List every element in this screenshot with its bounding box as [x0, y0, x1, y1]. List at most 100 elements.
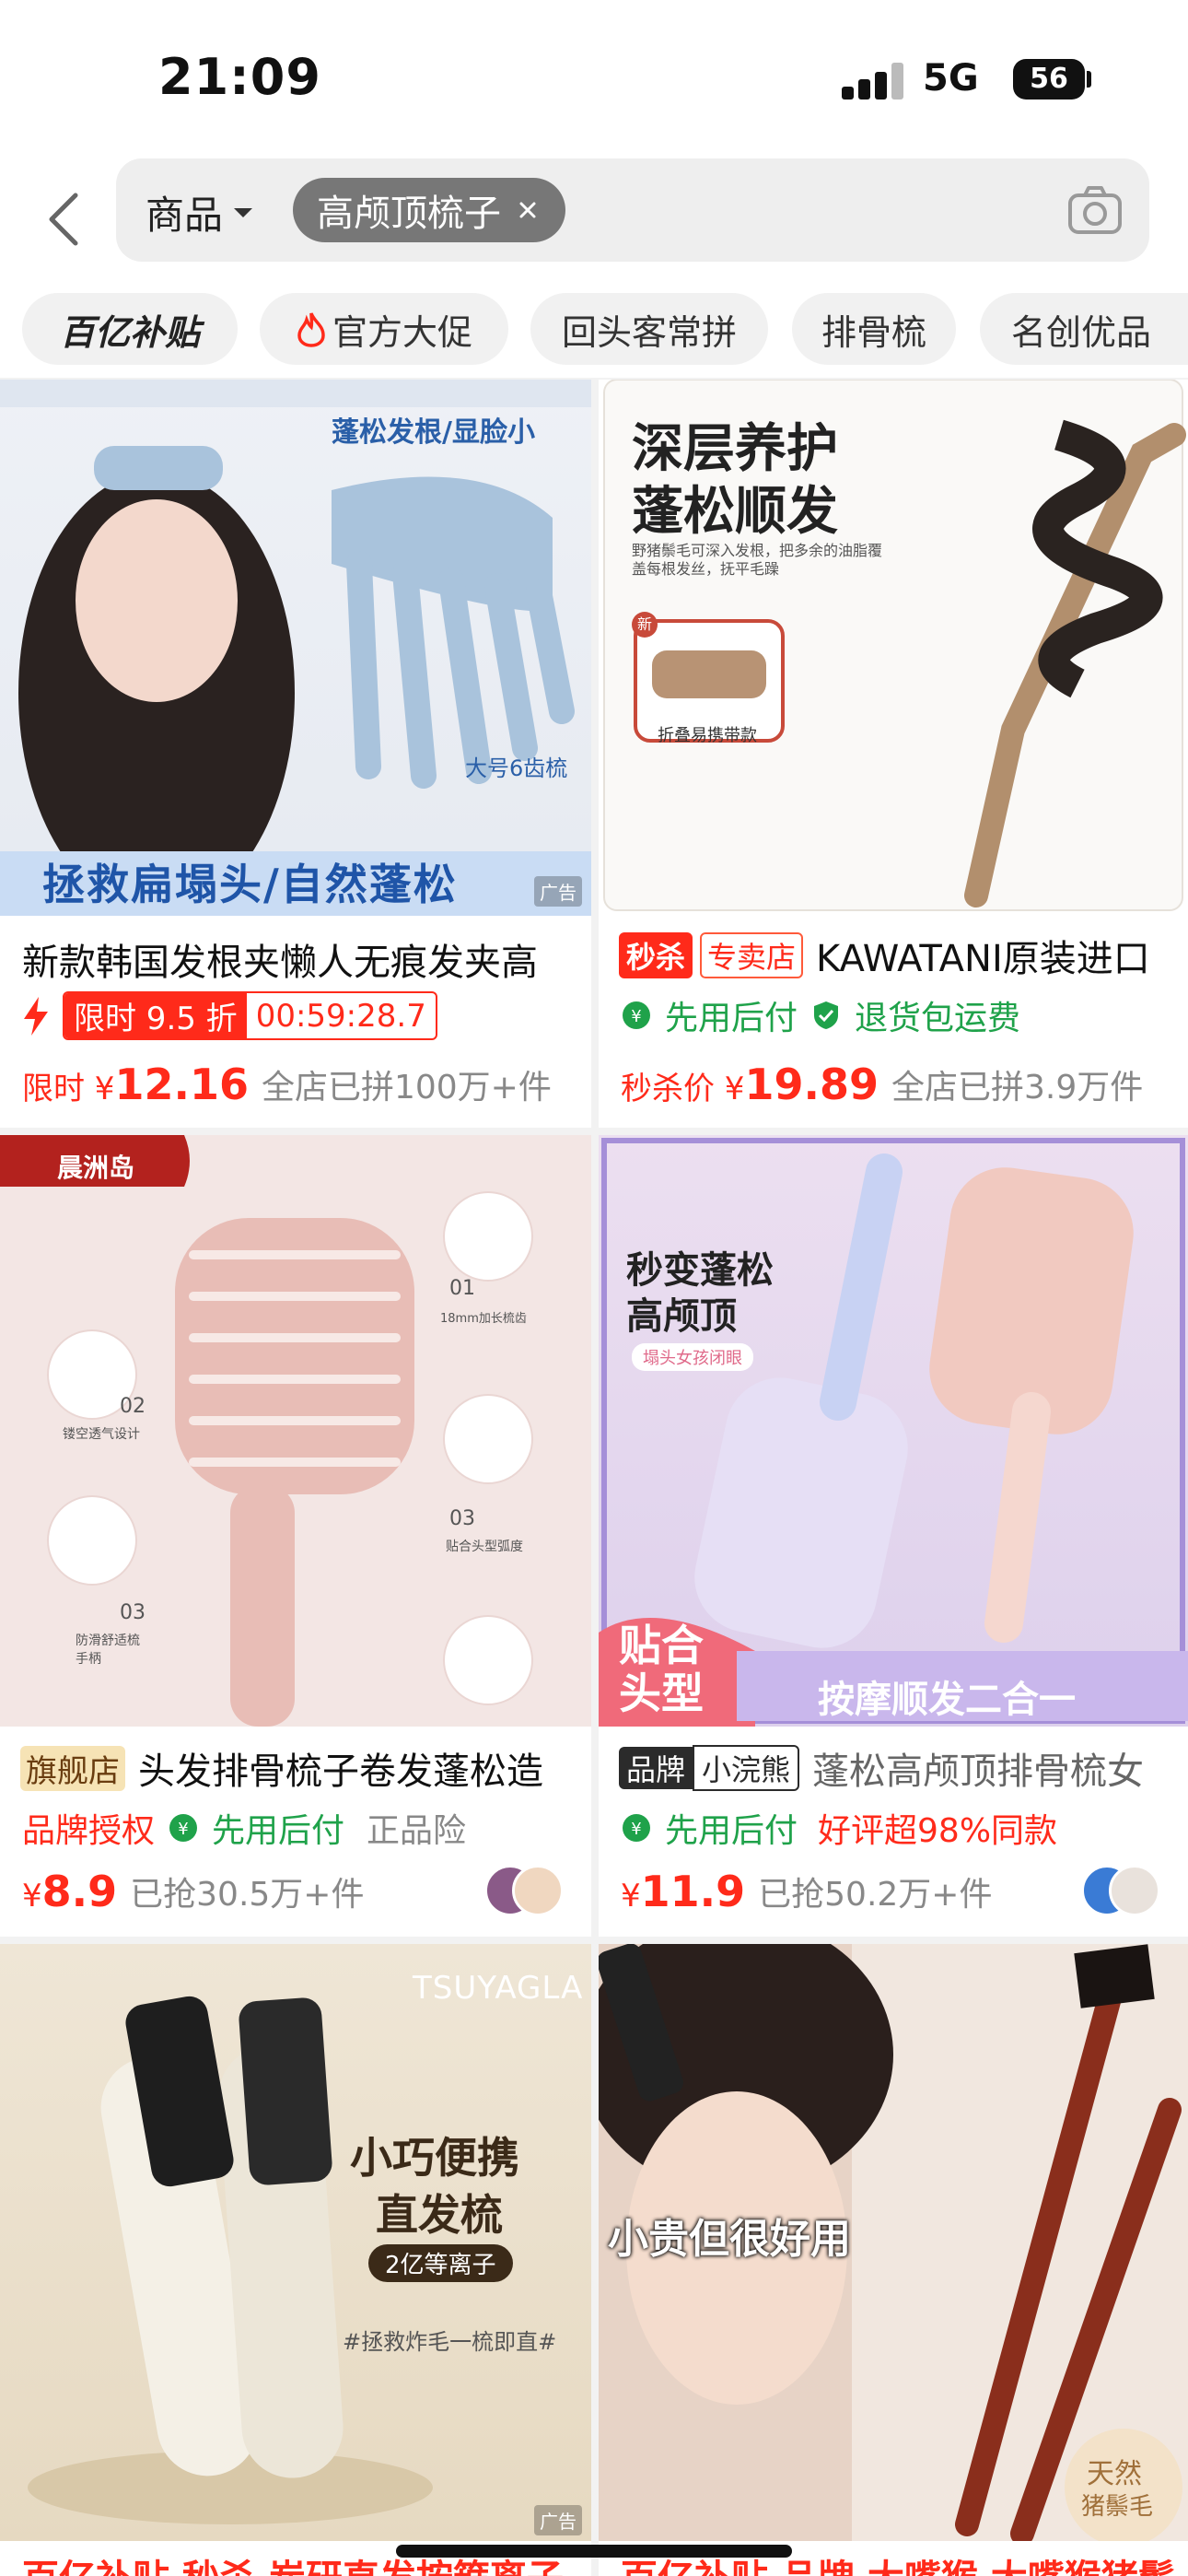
- title-row: 秒杀 专卖店 KAWATANI原装进口: [619, 929, 1177, 982]
- shield-check-icon: [814, 1001, 839, 1029]
- filter-label: 名创优品: [1011, 311, 1152, 353]
- price-row: 秒杀价 ¥19.89 全店已拼3.9万件: [621, 1060, 1177, 1109]
- image-caption: 镂空透气设计: [63, 1427, 140, 1442]
- camera-search-button[interactable]: [1066, 182, 1124, 238]
- avatar: [512, 1865, 564, 1916]
- network-type: 5G: [923, 57, 979, 100]
- price-row: 限时 ¥12.16 全店已拼100万+件: [22, 1060, 580, 1109]
- product-image: 深层养护 蓬松顺发 野猪鬃毛可深入发根，把多余的油脂覆盖每根发丝，抚平毛躁 新 …: [599, 380, 1188, 916]
- flash-sale-label: 限时 9.5 折: [64, 993, 247, 1038]
- product-title: 头发排骨梳子卷发蓬松造: [138, 1751, 543, 1793]
- product-image: 晨洲岛 01 18mm加长梳齿 02 镂空透气设计 03 贴合头型弧度 03 防…: [0, 1135, 591, 1727]
- product-title: KAWATANI原装进口: [816, 938, 1150, 980]
- product-photo: [28, 1996, 433, 2524]
- pay-later-icon: ¥: [623, 1001, 650, 1029]
- product-title: 蓬松高颅顶排骨梳女: [812, 1751, 1145, 1793]
- filter-label: 回头客常拼: [561, 311, 737, 353]
- price-value: 11.9: [640, 1867, 746, 1916]
- sales-count: 已抢30.5万+件: [130, 1876, 365, 1914]
- image-caption: 小贵但很好用: [608, 2216, 851, 2263]
- ad-label: 广告: [534, 2505, 582, 2535]
- back-button[interactable]: [35, 182, 90, 256]
- brand-logo-text: TSUYAGLA: [413, 1970, 584, 2007]
- home-indicator[interactable]: [396, 2545, 792, 2558]
- sales-count: 已抢50.2万+件: [758, 1876, 993, 1914]
- image-caption: #拯救炸毛一梳即直#: [343, 2329, 557, 2355]
- image-caption: 01: [449, 1277, 475, 1300]
- product-card[interactable]: 晨洲岛 01 18mm加长梳齿 02 镂空透气设计 03 贴合头型弧度 03 防…: [0, 1135, 591, 1937]
- sales-count: 全店已拼100万+件: [261, 1069, 552, 1107]
- service-label: 先用后付: [665, 1812, 798, 1850]
- image-caption: 防滑舒适梳手柄: [76, 1633, 140, 1667]
- image-caption: 02: [120, 1395, 146, 1418]
- search-scope-label: 商品: [146, 193, 224, 238]
- status-time: 21:09: [158, 48, 321, 106]
- pay-later-icon: ¥: [623, 1814, 650, 1842]
- filter-repeat-buyers[interactable]: 回头客常拼: [530, 293, 768, 365]
- image-caption: 猪鬃毛: [1081, 2493, 1154, 2521]
- service-label: 退货包运费: [855, 1000, 1021, 1037]
- filter-official-promo[interactable]: 官方大促: [260, 293, 508, 365]
- price-value: 12.16: [114, 1060, 249, 1109]
- flash-sale-badge: 秒杀: [619, 932, 693, 978]
- battery-icon: 56: [1013, 59, 1085, 100]
- product-card[interactable]: 秒变蓬松 高颅顶 塌头女孩闭眼 贴合 头型 按摩顺发二合一 品牌 小浣熊 蓬松高…: [599, 1135, 1188, 1937]
- service-label: 先用后付: [212, 1812, 345, 1850]
- chevron-left-icon: [49, 193, 78, 246]
- product-image: 蓬松发根/显脸小 大号6齿梳 拯救扁塌头/自然蓬松 广告: [0, 380, 591, 916]
- image-caption: 直发梳: [376, 2190, 503, 2240]
- product-card[interactable]: 蓬松发根/显脸小 大号6齿梳 拯救扁塌头/自然蓬松 广告 新款韩国发根夹懒人无痕…: [0, 380, 591, 1128]
- price-prefix: ¥: [22, 1878, 42, 1914]
- image-caption: 2亿等离子: [368, 2244, 513, 2282]
- search-query-chip[interactable]: 高颅顶梳子: [293, 178, 565, 242]
- buyer-avatars: [484, 1865, 567, 1916]
- clear-icon[interactable]: [518, 200, 538, 220]
- image-caption: 蓬松发根/显脸小: [332, 416, 535, 449]
- camera-icon: [1068, 186, 1122, 234]
- image-caption: 大号6齿梳: [465, 755, 568, 781]
- product-card[interactable]: 小贵但很好用 天然 猪鬃毛 百亿补贴 品牌 大嘴猴 大嘴猴猪鬃: [599, 1944, 1188, 2576]
- image-caption: 小巧便携: [350, 2133, 519, 2183]
- filter-paddle-comb[interactable]: 排骨梳: [792, 293, 956, 365]
- ad-label: 广告: [534, 876, 582, 907]
- filter-baiyi-butie[interactable]: 百亿补贴: [22, 293, 238, 365]
- image-caption: 18mm加长梳齿: [440, 1312, 527, 1326]
- filter-label: 官方大促: [332, 311, 472, 353]
- flame-icon: [297, 312, 325, 347]
- avatar: [1109, 1865, 1160, 1916]
- search-box[interactable]: [116, 158, 1149, 262]
- price-prefix: ¥: [621, 1878, 641, 1914]
- image-caption: 头型: [619, 1669, 704, 1718]
- brand-badge: 品牌: [619, 1747, 693, 1789]
- image-caption: 高颅顶: [626, 1295, 737, 1338]
- price-prefix: 秒杀价 ¥: [621, 1071, 745, 1107]
- countdown-timer: 00:59:28.7: [255, 997, 426, 1035]
- signal-icon: [842, 63, 906, 100]
- image-caption: 按摩顺发二合一: [818, 1679, 1076, 1721]
- price-value: 19.89: [744, 1060, 879, 1109]
- brand-logo-text: 晨洲岛: [57, 1153, 135, 1183]
- caret-down-icon: [234, 207, 253, 217]
- service-label: 品牌授权: [22, 1812, 156, 1850]
- image-caption: 折叠易携带款: [658, 726, 757, 745]
- product-card[interactable]: TSUYAGLA 小巧便携 直发梳 2亿等离子 #拯救炸毛一梳即直# 广告 百亿…: [0, 1944, 591, 2576]
- pay-later-icon: ¥: [169, 1814, 198, 1842]
- flash-sale-badge: 限时 9.5 折 00:59:28.7: [63, 991, 437, 1040]
- svg-text:¥: ¥: [631, 1820, 641, 1839]
- product-card[interactable]: 深层养护 蓬松顺发 野猪鬃毛可深入发根，把多余的油脂覆盖每根发丝，抚平毛躁 新 …: [599, 380, 1188, 1128]
- image-caption: 新: [632, 612, 658, 638]
- brand-name-badge: 小浣熊: [693, 1745, 800, 1791]
- search-scope-dropdown[interactable]: 商品: [146, 184, 254, 240]
- promo-row: 限时 9.5 折 00:59:28.7: [22, 991, 580, 1040]
- price-prefix: 限时 ¥: [22, 1071, 115, 1107]
- search-query-text: 高颅顶梳子: [317, 193, 501, 235]
- filter-label: 排骨梳: [821, 311, 926, 353]
- image-caption: 塌头女孩闭眼: [632, 1343, 753, 1371]
- product-title: 新款韩国发根夹懒人无痕发夹高: [22, 942, 538, 984]
- image-caption: 03: [449, 1507, 475, 1530]
- service-label: 好评超98%同款: [818, 1812, 1058, 1850]
- service-label: 先用后付: [665, 1000, 798, 1037]
- image-caption: 野猪鬃毛可深入发根，把多余的油脂覆盖每根发丝，抚平毛躁: [632, 542, 883, 578]
- filter-miniso[interactable]: 名创优品: [980, 293, 1188, 365]
- store-badge: 专卖店: [700, 932, 804, 978]
